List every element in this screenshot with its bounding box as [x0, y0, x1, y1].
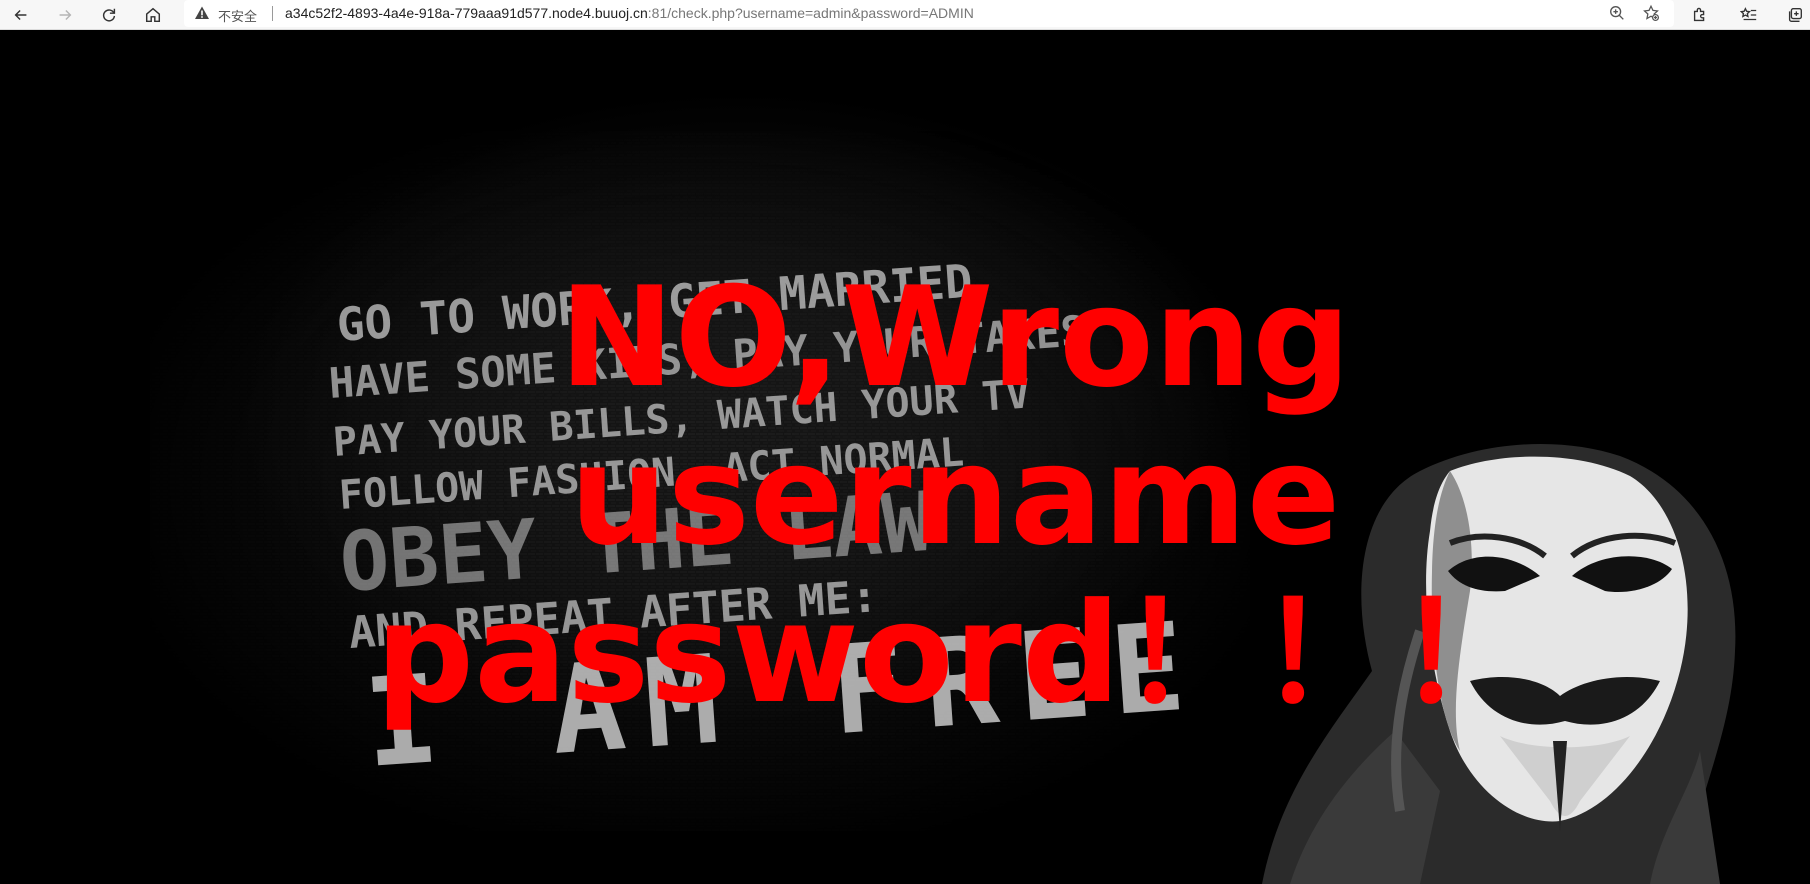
home-icon[interactable]	[140, 2, 166, 28]
forward-icon[interactable]	[52, 2, 78, 28]
security-label[interactable]: 不安全	[218, 6, 257, 25]
warning-icon[interactable]	[194, 5, 210, 21]
favorite-add-icon[interactable]	[1642, 4, 1660, 22]
url-path: :81/check.php?username=admin&password=AD…	[647, 5, 974, 21]
url-host: a34c52f2-4893-4a4e-918a-779aaa91d577.nod…	[285, 5, 648, 21]
collections-icon[interactable]	[1784, 4, 1806, 26]
extensions-icon[interactable]	[1689, 4, 1711, 26]
favorites-icon[interactable]	[1738, 4, 1760, 26]
refresh-icon[interactable]	[96, 2, 122, 28]
page-body: GO TO WORK, GET MARRIED HAVE SOME KIDS, …	[0, 31, 1810, 884]
url-text[interactable]: a34c52f2-4893-4a4e-918a-779aaa91d577.nod…	[285, 5, 974, 21]
address-divider	[272, 6, 273, 21]
zoom-icon[interactable]	[1608, 4, 1626, 22]
error-message: NO,Wrong username password！！！	[375, 257, 1535, 734]
browser-toolbar: 不安全 a34c52f2-4893-4a4e-918a-779aaa91d577…	[0, 0, 1810, 30]
address-bar[interactable]: 不安全 a34c52f2-4893-4a4e-918a-779aaa91d577…	[184, 0, 1674, 27]
back-icon[interactable]	[8, 2, 34, 28]
